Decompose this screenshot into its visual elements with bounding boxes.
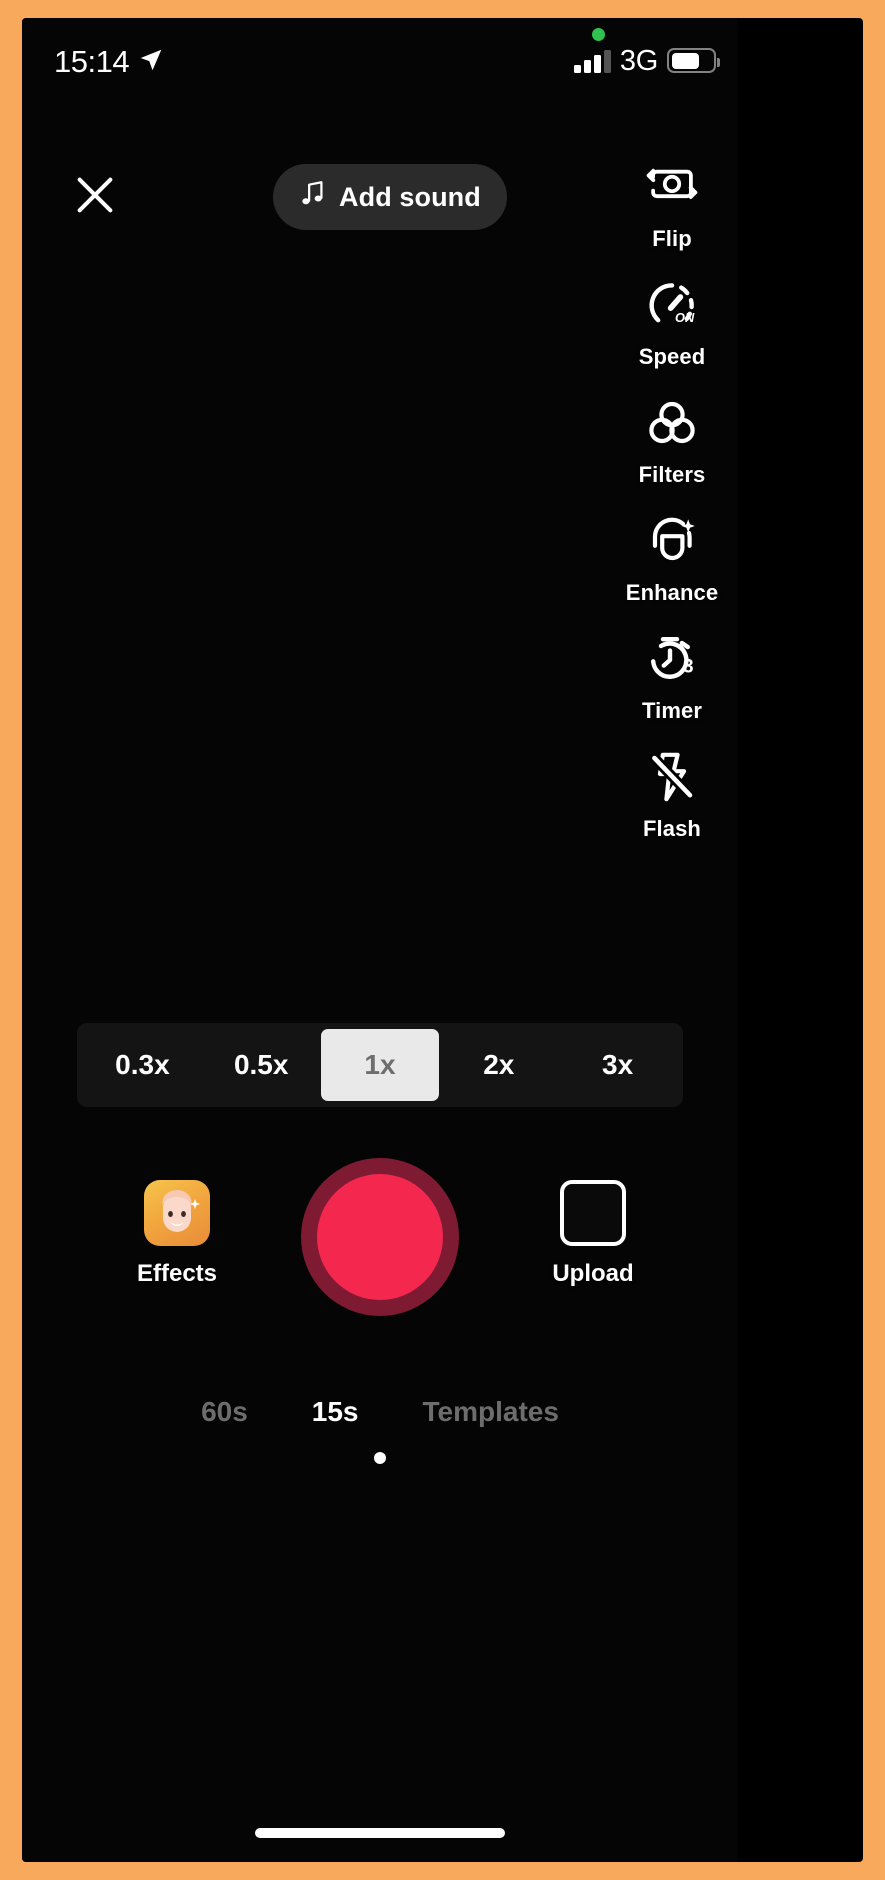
tool-label-timer: Timer [641, 698, 702, 723]
record-button-icon [317, 1174, 443, 1300]
record-button[interactable] [301, 1158, 459, 1316]
close-icon [72, 172, 118, 223]
camera-flip-icon [645, 156, 699, 218]
speed-option-2x[interactable]: 2x [439, 1029, 558, 1101]
tool-item-flash[interactable]: Flash [606, 746, 738, 864]
svg-text:3: 3 [683, 657, 694, 678]
green-recording-dot-icon [592, 28, 605, 41]
speed-option-3x[interactable]: 3x [558, 1029, 677, 1101]
mode-active-indicator-dot [374, 1452, 386, 1464]
speedometer-icon: ON [644, 274, 700, 336]
speed-option-0-3x[interactable]: 0.3x [83, 1029, 202, 1101]
home-indicator-bar[interactable] [255, 1828, 505, 1838]
status-bar-right: 3G [573, 45, 720, 77]
tool-label-speed: Speed [638, 344, 706, 369]
tool-label-filters: Filters [638, 462, 706, 487]
camera-tool-rail: Flip ON Speed Filters Enhance 3 Timer Fl… [606, 156, 738, 864]
close-button[interactable] [64, 166, 126, 228]
add-sound-button[interactable]: Add sound [273, 164, 507, 230]
speed-selector: 0.3x 0.5x 1x 2x 3x [77, 1023, 683, 1107]
mode-tab-templates[interactable]: Templates [423, 1396, 559, 1428]
camera-screen: 15:14 3G Add sound Flip ON Speed Filters… [22, 18, 738, 1862]
status-clock: 15:14 [54, 44, 130, 79]
tool-label-enhance: Enhance [625, 580, 719, 605]
effects-label: Effects [136, 1260, 218, 1287]
phone-device-frame: 15:14 3G Add sound Flip ON Speed Filters… [22, 18, 863, 1862]
add-sound-label: Add sound [339, 181, 481, 212]
upload-label: Upload [552, 1260, 634, 1287]
status-bar: 15:14 3G [22, 18, 738, 110]
effects-button[interactable]: Effects [117, 1180, 237, 1288]
tool-item-enhance[interactable]: Enhance [606, 510, 738, 628]
speed-option-0-5x[interactable]: 0.5x [202, 1029, 321, 1101]
tool-item-speed[interactable]: ON Speed [606, 274, 738, 392]
tool-item-timer[interactable]: 3 Timer [606, 628, 738, 746]
capture-controls-row: Effects Upload [22, 1158, 738, 1376]
tool-item-flip[interactable]: Flip [606, 156, 738, 274]
music-note-icon [299, 180, 326, 214]
status-bar-left: 15:14 [54, 44, 164, 80]
tool-label-flip: Flip [652, 226, 692, 251]
upload-button[interactable]: Upload [528, 1180, 658, 1288]
tool-item-filters[interactable]: Filters [606, 392, 738, 510]
mode-tabs: 60s 15s Templates [22, 1396, 738, 1428]
stopwatch-icon: 3 [645, 628, 699, 690]
network-type-label: 3G [619, 45, 658, 77]
mode-tab-15s[interactable]: 15s [312, 1396, 359, 1428]
tool-label-flash: Flash [643, 816, 701, 841]
face-enhance-sparkle-icon [645, 510, 699, 572]
speed-option-1x[interactable]: 1x [320, 1029, 440, 1101]
effects-face-tile-icon [144, 1180, 210, 1246]
location-arrow-icon [138, 47, 164, 78]
cellular-signal-bars-icon [573, 49, 611, 73]
filters-circles-icon [645, 392, 699, 454]
mode-tab-60s[interactable]: 60s [201, 1396, 248, 1428]
flash-off-icon [646, 746, 698, 808]
svg-text:ON: ON [675, 310, 695, 325]
upload-thumbnail-icon [560, 1180, 626, 1246]
battery-icon [667, 48, 720, 73]
